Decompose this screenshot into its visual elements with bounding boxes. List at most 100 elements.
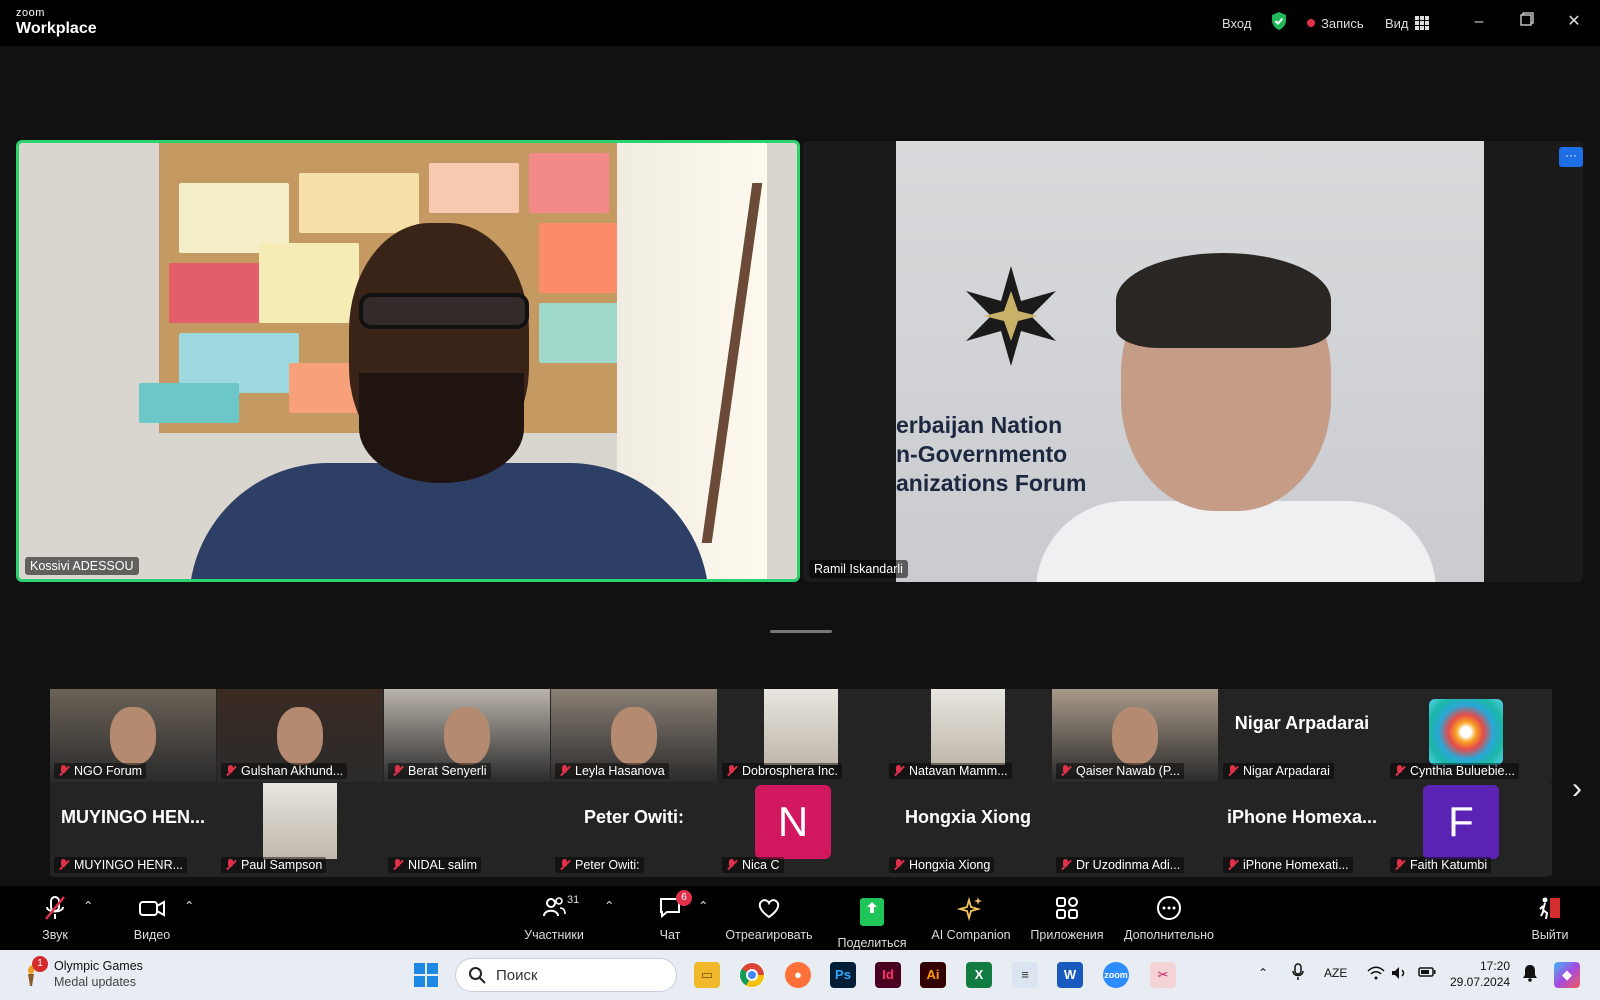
mic-muted-icon — [559, 859, 571, 871]
banner-line-1: erbaijan Nation — [896, 412, 1063, 438]
second-speaker-video[interactable]: erbaijan Nation n-Governmento anizations… — [803, 141, 1583, 582]
participant-name: Paul Sampson — [241, 858, 323, 872]
view-button[interactable]: Вид — [1385, 14, 1429, 32]
ai-companion-button[interactable]: AI Companion — [928, 894, 1014, 942]
participant-tile[interactable]: Leyla Hasanova — [551, 689, 717, 782]
participant-name-tag: MUYINGO HENR... — [54, 857, 188, 873]
excel-icon[interactable]: X — [966, 962, 992, 988]
participant-tile[interactable]: N Nica C — [718, 783, 884, 876]
indesign-icon[interactable]: Id — [875, 962, 901, 988]
audio-button[interactable]: Звук — [38, 894, 72, 942]
system-clock[interactable]: 17:20 29.07.2024 — [1450, 958, 1510, 990]
gallery-resize-handle[interactable] — [770, 630, 832, 633]
participant-avatar: N — [755, 785, 831, 859]
participant-name: Dobrosphera Inc. — [742, 764, 838, 778]
weather-widget[interactable]: 1 Olympic Games Medal updates — [22, 956, 143, 990]
chat-button[interactable]: 6 Чат — [655, 890, 692, 942]
chrome-icon[interactable] — [739, 962, 765, 988]
wifi-icon[interactable] — [1367, 966, 1385, 983]
record-label: Запись — [1321, 15, 1364, 31]
react-button[interactable]: Отреагировать — [722, 894, 816, 942]
participant-name-tag: Peter Owiti: — [555, 857, 644, 873]
participant-tile[interactable]: Cynthia Buluebie... — [1386, 689, 1552, 782]
chat-label: Чат — [659, 928, 681, 942]
share-screen-button[interactable]: Поделиться — [834, 894, 910, 950]
tray-overflow-chevron-icon[interactable]: ⌃ — [1258, 966, 1268, 980]
record-indicator[interactable]: Запись — [1307, 14, 1364, 32]
keyboard-language[interactable]: AZE — [1324, 966, 1347, 980]
camera-icon — [139, 900, 165, 917]
taskbar-search[interactable]: Поиск — [455, 958, 677, 992]
video-more-options-button[interactable]: ··· — [1559, 147, 1583, 167]
participant-tile[interactable]: Hongxia Xiong Hongxia Xiong — [885, 783, 1051, 876]
participant-tile[interactable]: F Faith Katumbi — [1386, 783, 1552, 876]
chat-icon: 6 — [656, 890, 692, 922]
volume-icon[interactable] — [1391, 966, 1407, 983]
participants-button[interactable]: 31 Участники — [522, 894, 586, 942]
active-speaker-video[interactable]: Kossivi ADESSOU — [16, 140, 800, 582]
video-button[interactable]: Видео — [132, 894, 172, 942]
forum-star-logo — [966, 266, 1056, 366]
participant-tile[interactable]: Qaiser Nawab (P... — [1052, 689, 1218, 782]
video-options-chevron-icon[interactable]: ⌃ — [184, 898, 194, 913]
leave-button[interactable]: Выйти — [1530, 894, 1570, 942]
participant-tile[interactable]: NGO Forum — [50, 689, 216, 782]
illustrator-icon[interactable]: Ai — [920, 962, 946, 988]
notepad-icon[interactable]: ≡ — [1012, 962, 1038, 988]
snipping-tool-icon[interactable]: ✂ — [1150, 962, 1176, 988]
participant-photo — [931, 689, 1005, 765]
copilot-icon[interactable]: ◆ — [1554, 962, 1580, 988]
windows-taskbar: 1 Olympic Games Medal updates Поиск ▭ ● … — [0, 950, 1600, 1000]
participant-avatar: F — [1423, 785, 1499, 859]
apps-label: Приложения — [1030, 928, 1104, 942]
participant-gallery: NGO Forum Gulshan Akhund... Berat Senyerli… — [50, 689, 1552, 877]
participant-tile[interactable]: Natavan Mamm... — [885, 689, 1051, 782]
participant-tile[interactable]: Dobrosphera Inc. — [718, 689, 884, 782]
participant-tile[interactable]: MUYINGO HEN... MUYINGO HENR... — [50, 783, 216, 876]
signin-button[interactable]: Вход — [1222, 14, 1251, 32]
participant-tile[interactable]: NIDAL salim — [384, 783, 550, 876]
participant-name-tag: Dr Uzodinma Adi... — [1056, 857, 1185, 873]
participant-name-tag: Cynthia Buluebie... — [1390, 763, 1519, 779]
clock-date: 29.07.2024 — [1450, 975, 1511, 989]
search-placeholder: Поиск — [496, 966, 538, 984]
firefox-icon[interactable]: ● — [785, 962, 811, 988]
participant-tile[interactable]: Gulshan Akhund... — [217, 689, 383, 782]
mic-muted-icon — [559, 765, 571, 777]
participant-name: Berat Senyerli — [408, 764, 487, 778]
more-button[interactable]: Дополнительно — [1122, 894, 1216, 942]
banner-line-2: n-Governmento — [896, 441, 1068, 467]
security-shield-icon[interactable] — [1270, 12, 1288, 30]
gallery-next-arrow-icon[interactable]: › — [1572, 772, 1582, 806]
participant-display-name: MUYINGO HEN... — [60, 807, 205, 827]
participants-options-chevron-icon[interactable]: ⌃ — [604, 898, 614, 913]
participant-tile[interactable]: iPhone Homexa... iPhone Homexati... — [1219, 783, 1385, 876]
participant-tile[interactable]: Paul Sampson — [217, 783, 383, 876]
speaker2-name-tag: Ramil Iskandarli — [809, 560, 908, 578]
restore-icon[interactable] — [1517, 12, 1537, 32]
participant-tile[interactable]: Berat Senyerli — [384, 689, 550, 782]
chat-options-chevron-icon[interactable]: ⌃ — [698, 898, 708, 913]
battery-icon[interactable] — [1418, 966, 1436, 981]
close-icon[interactable]: ✕ — [1564, 12, 1584, 32]
participant-tile[interactable]: Nigar Arpadarai Nigar Arpadarai — [1219, 689, 1385, 782]
participant-tile[interactable]: Dr Uzodinma Adi... — [1052, 783, 1218, 876]
logo-workplace: Workplace — [16, 20, 97, 37]
participant-name: Nigar Arpadarai — [1243, 764, 1330, 778]
notification-bell-icon[interactable] — [1522, 964, 1538, 985]
mic-muted-icon — [392, 765, 404, 777]
tray-mic-icon[interactable] — [1292, 963, 1304, 984]
mic-muted-icon — [58, 765, 70, 777]
meeting-toolbar: Звук ⌃ Видео ⌃ 31 Участники ⌃ 6 Чат ⌃ От… — [0, 886, 1600, 950]
participant-tile[interactable]: Peter Owiti: Peter Owiti: — [551, 783, 717, 876]
file-explorer-icon[interactable]: ▭ — [694, 962, 720, 988]
word-icon[interactable]: W — [1057, 962, 1083, 988]
minimize-icon[interactable]: – — [1469, 12, 1489, 32]
windows-start-icon[interactable] — [413, 962, 439, 988]
photoshop-icon[interactable]: Ps — [830, 962, 856, 988]
audio-options-chevron-icon[interactable]: ⌃ — [83, 898, 93, 913]
participant-name: Natavan Mamm... — [909, 764, 1008, 778]
apps-button[interactable]: Приложения — [1028, 894, 1106, 942]
zoom-app-icon[interactable]: zoom — [1103, 962, 1129, 988]
participant-name: NGO Forum — [74, 764, 143, 778]
